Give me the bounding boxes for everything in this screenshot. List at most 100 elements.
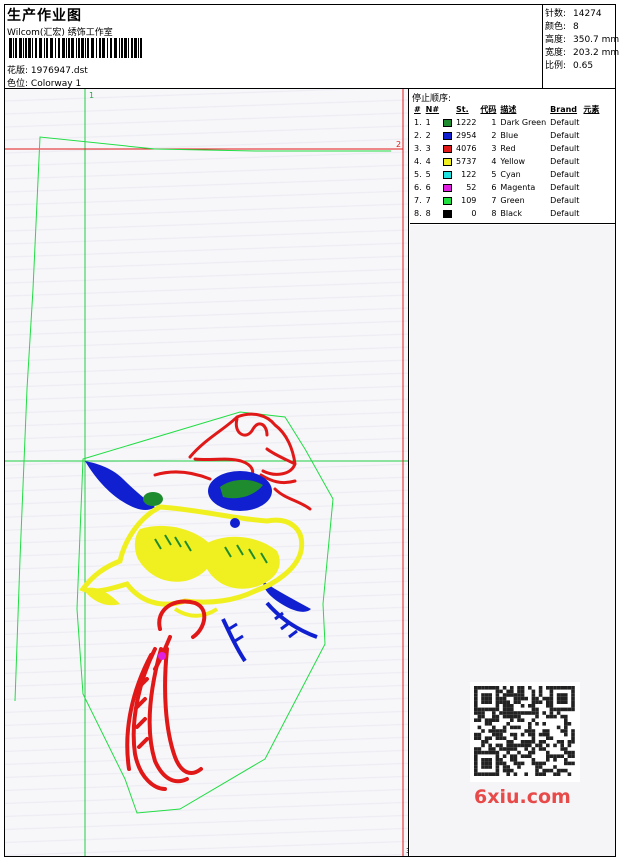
- barcode-bar: [138, 38, 139, 58]
- qr-module: [535, 772, 539, 776]
- qr-module: [499, 747, 503, 751]
- qr-module: [502, 736, 507, 740]
- qr-module: [513, 747, 518, 751]
- stat-label: 针数:: [545, 9, 567, 19]
- table-row: 8. 8 0 8 Black Default: [412, 207, 601, 220]
- qr-module: [546, 750, 550, 755]
- stop-sequence-rows: 1. 1 1222 1 Dark Green Default 2. 2 2954 2 Blue Def…: [412, 116, 601, 220]
- qr-module: [474, 711, 478, 715]
- qr-module: [484, 772, 489, 776]
- stat-height: 高度: 350.7 mm: [545, 32, 619, 45]
- qr-module: [556, 686, 561, 690]
- qr-module: [520, 686, 525, 690]
- cell-swatch: [441, 194, 454, 207]
- cell-stitches: 52: [466, 183, 477, 192]
- qr-module: [517, 700, 521, 704]
- qr-module: [495, 765, 500, 769]
- colorway-label: 色位:: [7, 79, 29, 89]
- qr-module: [499, 696, 503, 701]
- barcode-bar: [68, 38, 70, 58]
- qr-module: [520, 696, 525, 701]
- qr-module: [495, 754, 500, 758]
- table-row: 3. 3 4076 3 Red Default: [412, 142, 601, 155]
- qr-module: [524, 747, 528, 751]
- qr-module: [564, 718, 568, 722]
- qr-module: [488, 772, 492, 776]
- qr-module: [538, 743, 543, 748]
- qr-module: [531, 740, 536, 744]
- qr-module: [567, 772, 572, 776]
- qr-module: [549, 693, 554, 697]
- qr-module: [538, 689, 543, 694]
- qr-module: [506, 772, 510, 776]
- cell-brand: Default: [550, 170, 580, 179]
- barcode-bar: [23, 38, 24, 58]
- qr-module: [553, 686, 557, 690]
- qr-module: [546, 754, 550, 758]
- qr-module: [571, 754, 575, 758]
- qr-module: [549, 754, 554, 758]
- col-index: #: [414, 105, 421, 114]
- qr-module: [484, 693, 489, 697]
- cell-brand: Default: [550, 118, 580, 127]
- qr-module: [567, 750, 572, 755]
- barcode-bar: [76, 38, 77, 58]
- qr-module: [474, 689, 478, 694]
- qr-module: [520, 693, 525, 697]
- qr-module: [531, 689, 536, 694]
- qr-module: [506, 747, 510, 751]
- qr-module: [502, 761, 507, 766]
- barcode-bar: [19, 38, 22, 58]
- qr-module: [542, 772, 546, 776]
- cell-code: 1: [491, 118, 497, 127]
- qr-module: [481, 714, 485, 719]
- qr-module: [535, 700, 539, 704]
- qr-module: [549, 696, 554, 701]
- table-row: 2. 2 2954 2 Blue Default: [412, 129, 601, 142]
- qr-module: [495, 707, 500, 712]
- qr-module: [484, 740, 489, 744]
- barcode-bar: [87, 38, 89, 58]
- stat-label: 比例:: [545, 61, 567, 71]
- barcode-bar: [58, 38, 60, 58]
- qr-module: [571, 750, 575, 755]
- qr-module: [510, 754, 514, 758]
- cell-stitches: 1222: [456, 118, 477, 127]
- barcode-bar: [81, 38, 84, 58]
- cell-swatch: [441, 168, 454, 181]
- cell-stitches: 0: [471, 209, 477, 218]
- qr-module: [502, 714, 507, 719]
- barcode-bar: [102, 38, 105, 58]
- qr-module: [546, 714, 550, 719]
- color-swatch: [443, 131, 453, 140]
- qr-module: [560, 729, 564, 733]
- qr-module: [538, 740, 543, 744]
- qr-module: [549, 704, 554, 708]
- qr-module: [520, 689, 525, 694]
- stat-value: 203.2 mm: [573, 48, 620, 58]
- cell-index: 5.: [414, 170, 422, 179]
- qr-module: [528, 740, 532, 744]
- qr-module: [495, 768, 500, 773]
- col-stitches: St.: [456, 105, 469, 114]
- qr-module: [502, 704, 507, 708]
- cell-index: 2.: [414, 131, 422, 140]
- qr-module: [488, 729, 492, 733]
- stat-colors: 颜色: 8: [545, 19, 579, 32]
- qr-module: [560, 707, 564, 712]
- qr-module: [481, 758, 485, 762]
- qr-module: [571, 693, 575, 697]
- qr-module: [477, 714, 482, 719]
- qr-module: [517, 696, 521, 701]
- barcode-bar: [114, 38, 117, 58]
- qr-module: [510, 689, 514, 694]
- qr-module: [495, 696, 500, 701]
- qr-module: [567, 722, 572, 726]
- qr-module: [510, 693, 514, 697]
- qr-module: [495, 700, 500, 704]
- barcode-bar: [91, 38, 94, 58]
- table-row: 6. 6 52 6 Magenta Default: [412, 181, 601, 194]
- qr-module: [488, 693, 492, 697]
- qr-module: [484, 765, 489, 769]
- col-swatch: [441, 103, 454, 116]
